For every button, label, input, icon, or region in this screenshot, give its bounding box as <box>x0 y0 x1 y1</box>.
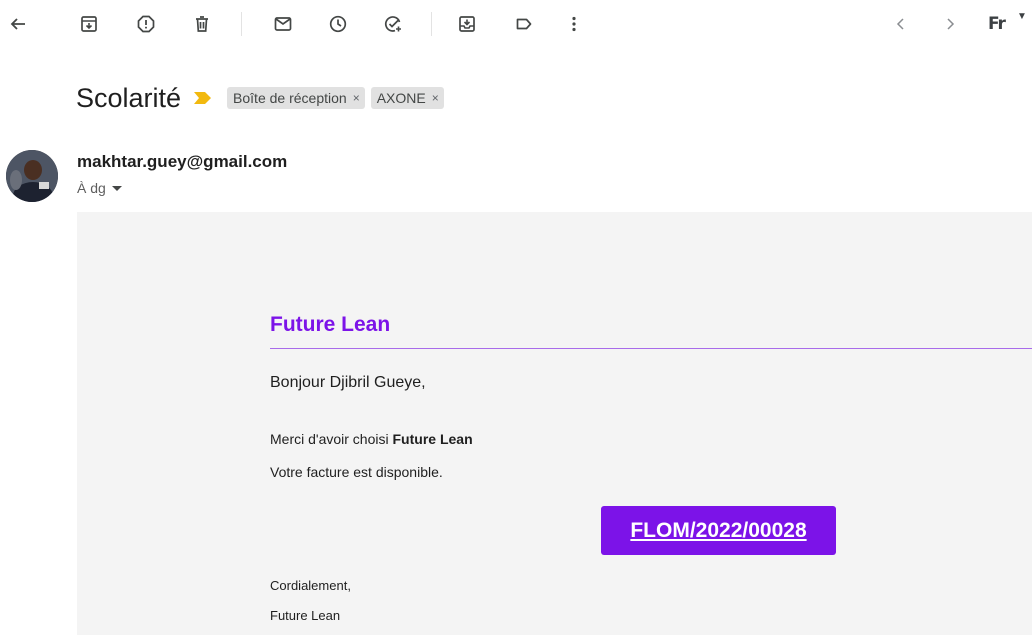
mark-unread-button[interactable] <box>267 8 299 40</box>
importance-marker-icon[interactable] <box>193 91 213 105</box>
subject-row: Scolarité Boîte de réception × AXONE × <box>76 80 450 116</box>
label-chip-text: Boîte de réception <box>233 90 347 106</box>
thanks-prefix: Merci d'avoir choisi <box>270 431 393 447</box>
trash-icon <box>196 16 208 32</box>
brand-divider <box>270 348 1032 349</box>
chevron-right-icon <box>947 18 955 30</box>
message-toolbar: Fr ▼ <box>0 0 1032 48</box>
snooze-button[interactable] <box>322 8 354 40</box>
input-tools-button[interactable]: Fr <box>988 14 1006 34</box>
back-arrow-icon <box>10 18 25 30</box>
add-task-button[interactable] <box>377 8 409 40</box>
thanks-text: Merci d'avoir choisi Future Lean <box>270 431 473 447</box>
sender-email[interactable]: makhtar.guey@gmail.com <box>77 152 287 172</box>
label-chip-axone: AXONE × <box>370 87 444 109</box>
label-chip-inbox: Boîte de réception × <box>227 87 365 109</box>
greeting-text: Bonjour Djibril Gueye, <box>270 374 426 391</box>
closing-text: Cordialement, <box>270 578 351 593</box>
avatar-photo <box>6 150 58 202</box>
labels-button[interactable] <box>508 8 540 40</box>
sender-avatar[interactable] <box>6 150 58 202</box>
chevron-left-icon <box>896 18 904 30</box>
remove-label-button[interactable]: × <box>353 91 360 105</box>
add-task-icon <box>384 16 401 32</box>
move-to-icon <box>459 16 475 32</box>
show-details-caret-icon[interactable] <box>111 185 122 191</box>
back-button[interactable] <box>2 8 34 40</box>
signature-text: Future Lean <box>270 608 341 623</box>
mail-icon <box>274 17 292 31</box>
recipient-text: À dg <box>77 180 106 196</box>
more-vert-icon <box>572 16 576 32</box>
toolbar-separator <box>431 12 432 36</box>
move-to-button[interactable] <box>451 8 483 40</box>
remove-label-button[interactable]: × <box>432 91 439 105</box>
clock-icon <box>329 15 347 33</box>
report-spam-icon <box>137 15 155 33</box>
report-spam-button[interactable] <box>130 8 162 40</box>
newer-message-button[interactable] <box>934 8 966 40</box>
more-options-button[interactable] <box>558 8 590 40</box>
message-subject: Scolarité <box>76 82 182 113</box>
label-chip-text: AXONE <box>376 90 426 106</box>
email-body: Future Lean Bonjour Djibril Gueye, Merci… <box>77 212 1032 635</box>
toolbar-separator <box>241 12 242 36</box>
older-message-button[interactable] <box>885 8 917 40</box>
delete-button[interactable] <box>186 8 218 40</box>
label-icon <box>516 18 532 30</box>
brand-heading: Future Lean <box>270 313 391 336</box>
invoice-available-text: Votre facture est disponible. <box>270 464 443 480</box>
archive-button[interactable] <box>73 8 105 40</box>
thanks-brand: Future Lean <box>392 431 473 447</box>
archive-icon <box>81 16 97 32</box>
recipient-row: À dg <box>77 180 122 196</box>
caret-down-icon[interactable]: ▼ <box>1017 11 1027 22</box>
invoice-link-button[interactable]: FLOM/2022/00028 <box>601 506 836 555</box>
